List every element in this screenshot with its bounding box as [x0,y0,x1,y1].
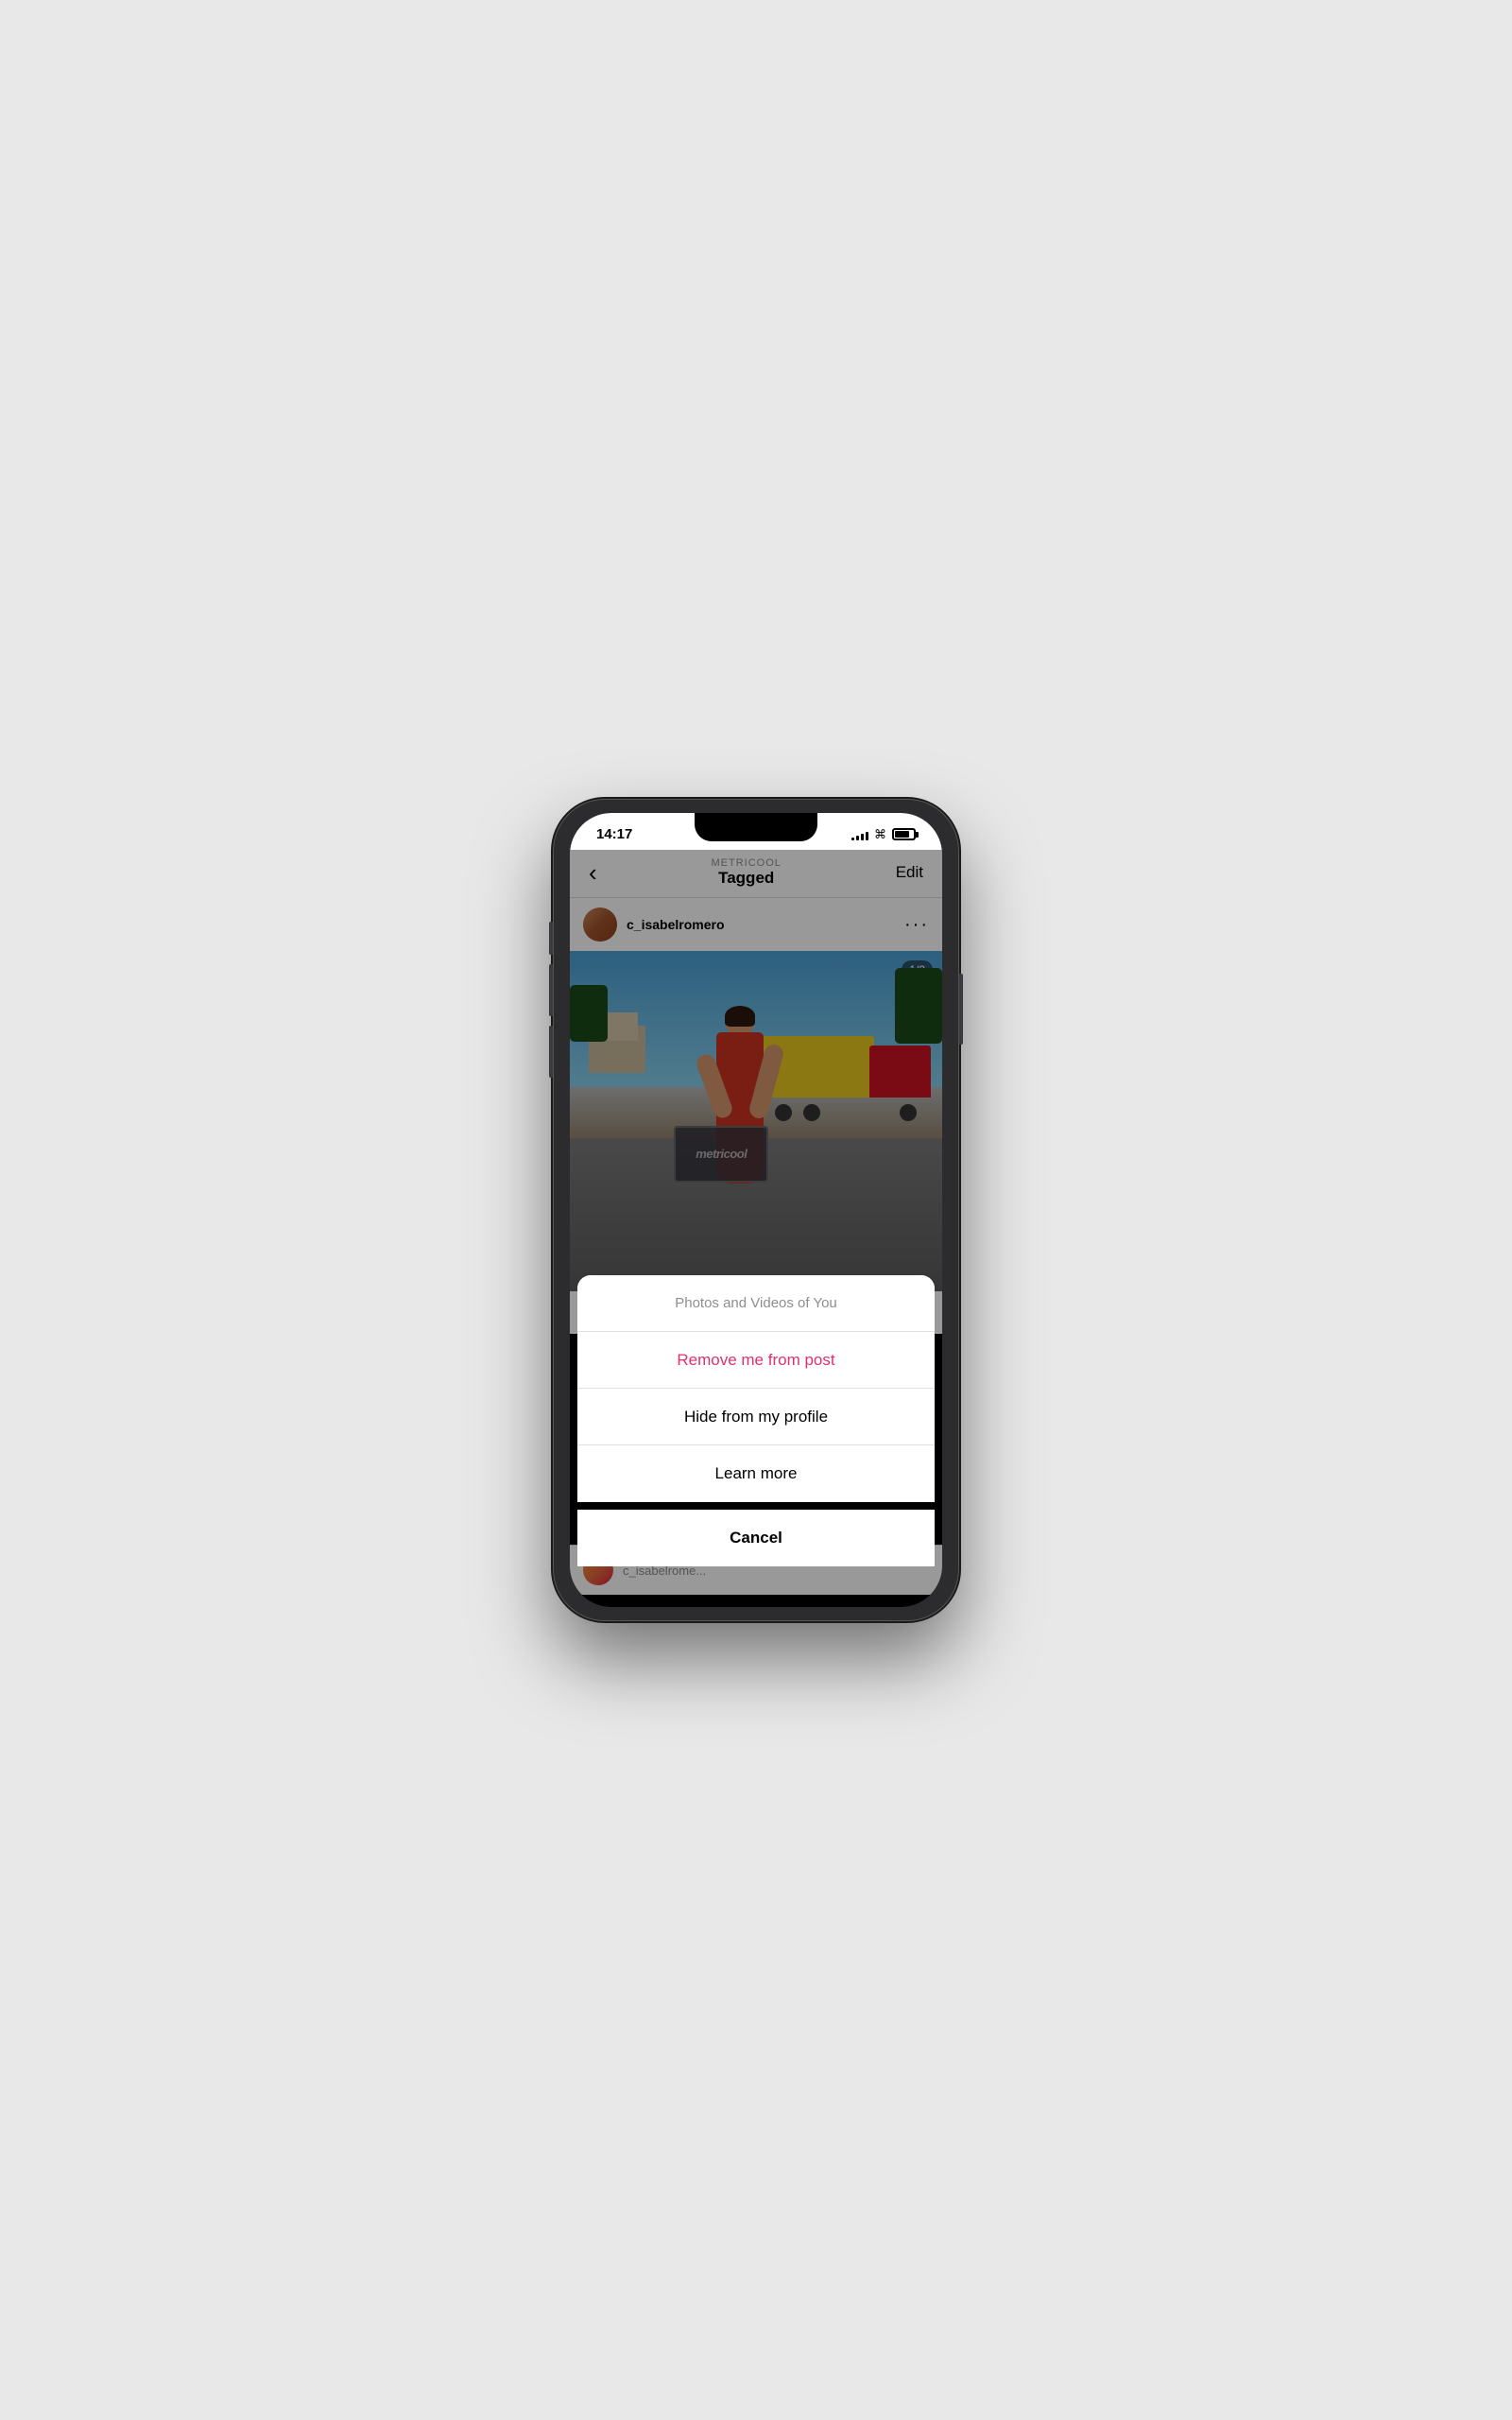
learn-more-button[interactable]: Learn more [577,1445,935,1502]
status-time: 14:17 [596,826,632,842]
bottom-sheet: Photos and Videos of You Remove me from … [577,1275,935,1502]
volume-down-button[interactable] [549,1026,553,1078]
sheet-title-text: Photos and Videos of You [675,1295,837,1311]
bottom-spacer [570,1566,942,1595]
screen-content: ‹ METRICOOL Tagged Edit c_isabelromero ·… [570,850,942,1595]
hide-from-profile-button[interactable]: Hide from my profile [577,1389,935,1445]
signal-bar-3 [861,834,864,840]
battery-icon [892,828,916,840]
signal-icon [851,829,868,840]
bottom-sheet-overlay: Photos and Videos of You Remove me from … [570,850,942,1595]
phone-frame: 14:17 ⌘ ‹ METRICOOL [553,799,959,1621]
battery-fill [895,831,909,838]
cancel-button[interactable]: Cancel [577,1510,935,1566]
signal-bar-4 [866,832,868,840]
wifi-icon: ⌘ [874,827,886,842]
power-button[interactable] [959,974,963,1045]
signal-bar-2 [856,836,859,840]
cancel-sheet: Cancel [577,1510,935,1566]
sheet-title-item: Photos and Videos of You [577,1275,935,1332]
notch [695,813,817,841]
home-indicator[interactable] [699,1595,813,1599]
volume-up-button[interactable] [549,964,553,1016]
bottom-sheet-wrapper: Photos and Videos of You Remove me from … [570,1275,942,1566]
overlay-dismiss-area[interactable] [570,850,942,1275]
remove-from-post-button[interactable]: Remove me from post [577,1332,935,1389]
signal-bar-1 [851,838,854,840]
status-icons: ⌘ [851,827,916,842]
phone-screen: 14:17 ⌘ ‹ METRICOOL [570,813,942,1607]
